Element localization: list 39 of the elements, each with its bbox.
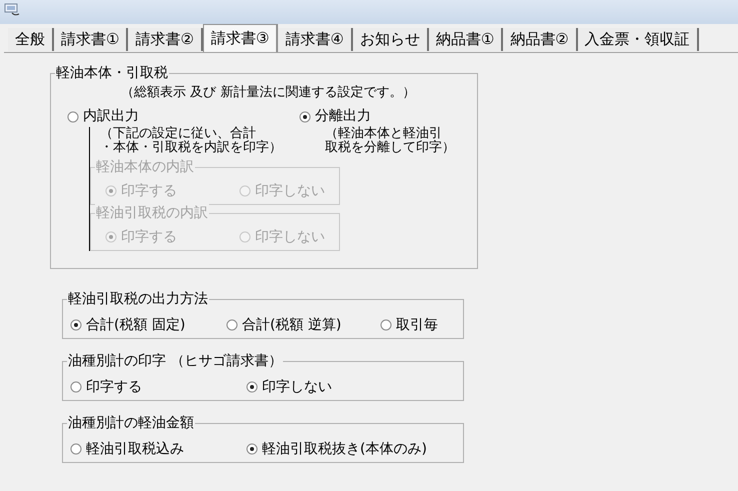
- radio-button[interactable]: [70, 381, 82, 393]
- description-text: ・本体・引取税を内訳を印字）: [100, 141, 283, 155]
- radio-button[interactable]: [246, 381, 258, 393]
- tab[interactable]: 入金票・領収証: [578, 28, 699, 51]
- tab[interactable]: 請求書④: [278, 28, 353, 51]
- description-text: 取税を分離して印字）: [325, 141, 456, 155]
- radio-button[interactable]: [380, 319, 392, 331]
- radio-label[interactable]: 取引毎: [396, 314, 438, 336]
- note-text: （総額表示 及び 新計量法に関連する設定です。）: [121, 84, 416, 102]
- radio-label[interactable]: 軽油引取税抜き(本体のみ): [262, 438, 427, 460]
- radio-label[interactable]: 印字する: [86, 376, 142, 398]
- tab[interactable]: 請求書②: [128, 28, 203, 51]
- app-icon: [4, 3, 20, 17]
- radio-button[interactable]: [226, 319, 238, 331]
- tab[interactable]: 請求書③: [202, 24, 278, 52]
- radio-button[interactable]: [67, 110, 79, 122]
- radio-label[interactable]: 軽油引取税込み: [86, 438, 184, 460]
- tab[interactable]: 納品書①: [428, 28, 504, 51]
- tab[interactable]: 全般: [8, 28, 54, 51]
- tab[interactable]: お知らせ: [352, 28, 429, 51]
- radio-button[interactable]: [70, 443, 82, 455]
- radio-button[interactable]: [299, 110, 311, 122]
- radio-label[interactable]: 合計(税額 逆算): [242, 314, 342, 336]
- radio-label[interactable]: 合計(税額 固定): [86, 314, 186, 336]
- tab[interactable]: 納品書②: [503, 28, 578, 51]
- group-title: 軽油本体・引取税: [55, 64, 169, 82]
- group-title: 軽油引取税の出力方法: [67, 290, 209, 308]
- radio-label[interactable]: 内訳出力: [83, 106, 139, 127]
- group-title: 軽油引取税の内訳: [95, 204, 209, 222]
- description-text: （軽油本体と軽油引: [325, 127, 443, 141]
- group-title: 油種別計の軽油金額: [67, 414, 195, 432]
- group-title: 油種別計の印字 （ヒサゴ請求書）: [67, 352, 284, 370]
- radio-label[interactable]: 分離出力: [315, 106, 371, 127]
- radio-label[interactable]: 印字しない: [262, 376, 332, 398]
- tab[interactable]: 請求書①: [54, 28, 128, 51]
- radio-button[interactable]: [246, 443, 258, 455]
- group-title: 軽油本体の内訳: [95, 158, 195, 176]
- radio-button[interactable]: [70, 319, 82, 331]
- description-text: （下記の設定に従い、合計: [100, 127, 256, 141]
